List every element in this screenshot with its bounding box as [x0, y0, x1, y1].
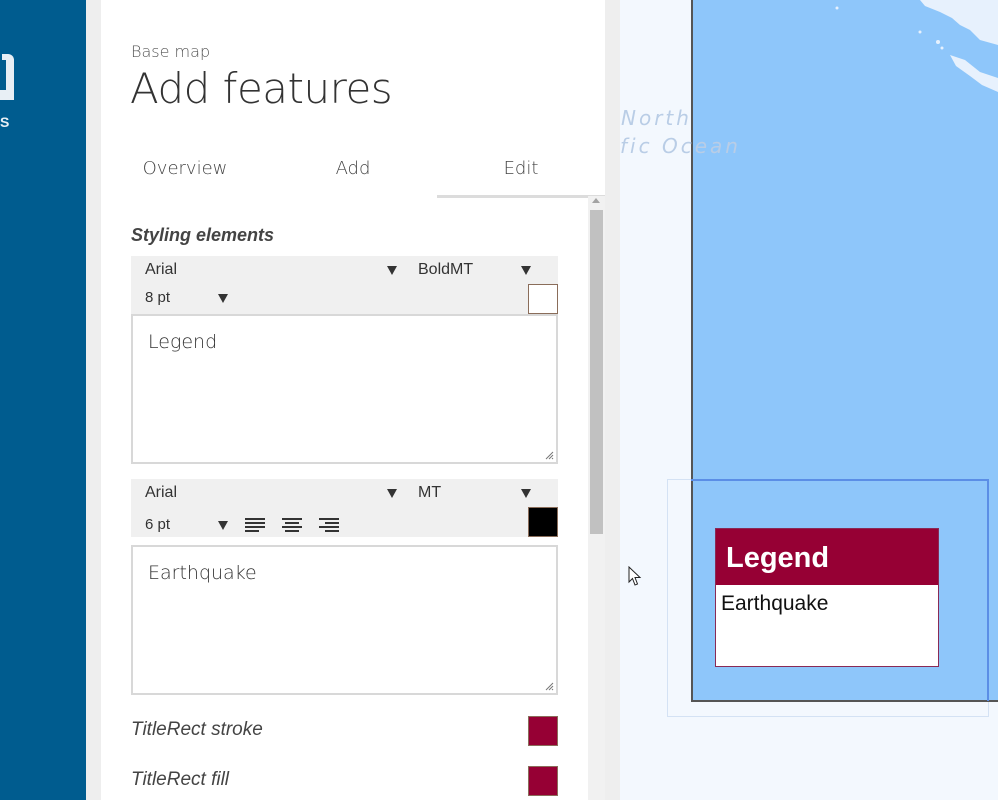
legend-title: Legend	[716, 529, 938, 585]
tab-label: Add	[335, 158, 371, 179]
text-area-value: Earthquake	[148, 562, 257, 584]
logo-text: S	[0, 114, 11, 130]
map-view[interactable]: North fic Ocean Legend Earthquake	[620, 0, 998, 800]
chevron-down-icon[interactable]	[218, 521, 228, 530]
select-value: MT	[418, 484, 442, 501]
body-text-input[interactable]: Earthquake	[131, 545, 558, 695]
legend-element[interactable]: Legend Earthquake	[715, 528, 939, 667]
page-title: Add features	[130, 64, 393, 113]
tab-label: Overview	[142, 158, 228, 179]
tab-overview[interactable]: Overview	[101, 158, 269, 198]
body-color-swatch[interactable]	[528, 507, 558, 537]
titlerect-stroke-label: TitleRect stroke	[131, 719, 263, 740]
resize-handle-icon[interactable]	[545, 451, 554, 460]
align-left-icon[interactable]	[245, 518, 265, 532]
ocean-label-line: fic Ocean	[620, 134, 741, 158]
titlerect-stroke-swatch[interactable]	[528, 716, 558, 746]
body-size-select[interactable]: 6 pt	[145, 516, 170, 533]
title-color-swatch[interactable]	[528, 284, 558, 314]
chevron-down-icon[interactable]	[521, 489, 531, 498]
select-value: Arial	[145, 484, 178, 501]
chevron-down-icon[interactable]	[218, 294, 228, 303]
body-style-toolbar: Arial MT 6 pt	[131, 479, 558, 537]
chevron-down-icon[interactable]	[387, 266, 397, 275]
tab-add[interactable]: Add	[269, 158, 437, 198]
select-value: 6 pt	[145, 516, 171, 533]
scroll-up-icon[interactable]	[592, 198, 600, 203]
chevron-down-icon[interactable]	[521, 266, 531, 275]
body-weight-select[interactable]: MT	[418, 484, 441, 502]
align-center-icon[interactable]	[282, 518, 302, 532]
body-font-select[interactable]: Arial	[145, 484, 177, 502]
chevron-down-icon[interactable]	[387, 489, 397, 498]
coastline-icon	[835, 0, 998, 92]
breadcrumb[interactable]: Base map	[131, 42, 210, 61]
app-sidebar: S	[0, 0, 86, 800]
title-text-input[interactable]: Legend	[131, 314, 558, 464]
titlerect-fill-swatch[interactable]	[528, 766, 558, 796]
title-font-select[interactable]: Arial	[145, 261, 177, 279]
ocean-label: North fic Ocean	[620, 104, 741, 160]
select-value: 8 pt	[145, 289, 171, 306]
select-value: Arial	[145, 261, 178, 278]
tab-edit[interactable]: Edit	[437, 158, 605, 198]
feature-panel: Base map Add features Overview Add Edit …	[101, 0, 605, 800]
panel-scrollbar[interactable]	[588, 196, 605, 800]
panel-edge	[605, 0, 620, 800]
align-right-icon[interactable]	[319, 518, 339, 532]
mouse-cursor-icon	[628, 566, 642, 586]
text-area-value: Legend	[148, 331, 218, 353]
title-size-select[interactable]: 8 pt	[145, 289, 170, 306]
title-weight-select[interactable]: BoldMT	[418, 261, 473, 279]
panel-gutter	[86, 0, 101, 800]
scrollbar-thumb[interactable]	[590, 210, 603, 534]
tab-label: Edit	[503, 158, 539, 179]
ocean-label-line: North	[621, 106, 692, 130]
select-value: BoldMT	[418, 261, 474, 278]
legend-item: Earthquake	[721, 592, 829, 615]
section-heading: Styling elements	[131, 225, 275, 245]
title-style-toolbar: Arial BoldMT 8 pt	[131, 256, 558, 314]
titlerect-fill-label: TitleRect fill	[131, 769, 230, 790]
resize-handle-icon[interactable]	[545, 682, 554, 691]
